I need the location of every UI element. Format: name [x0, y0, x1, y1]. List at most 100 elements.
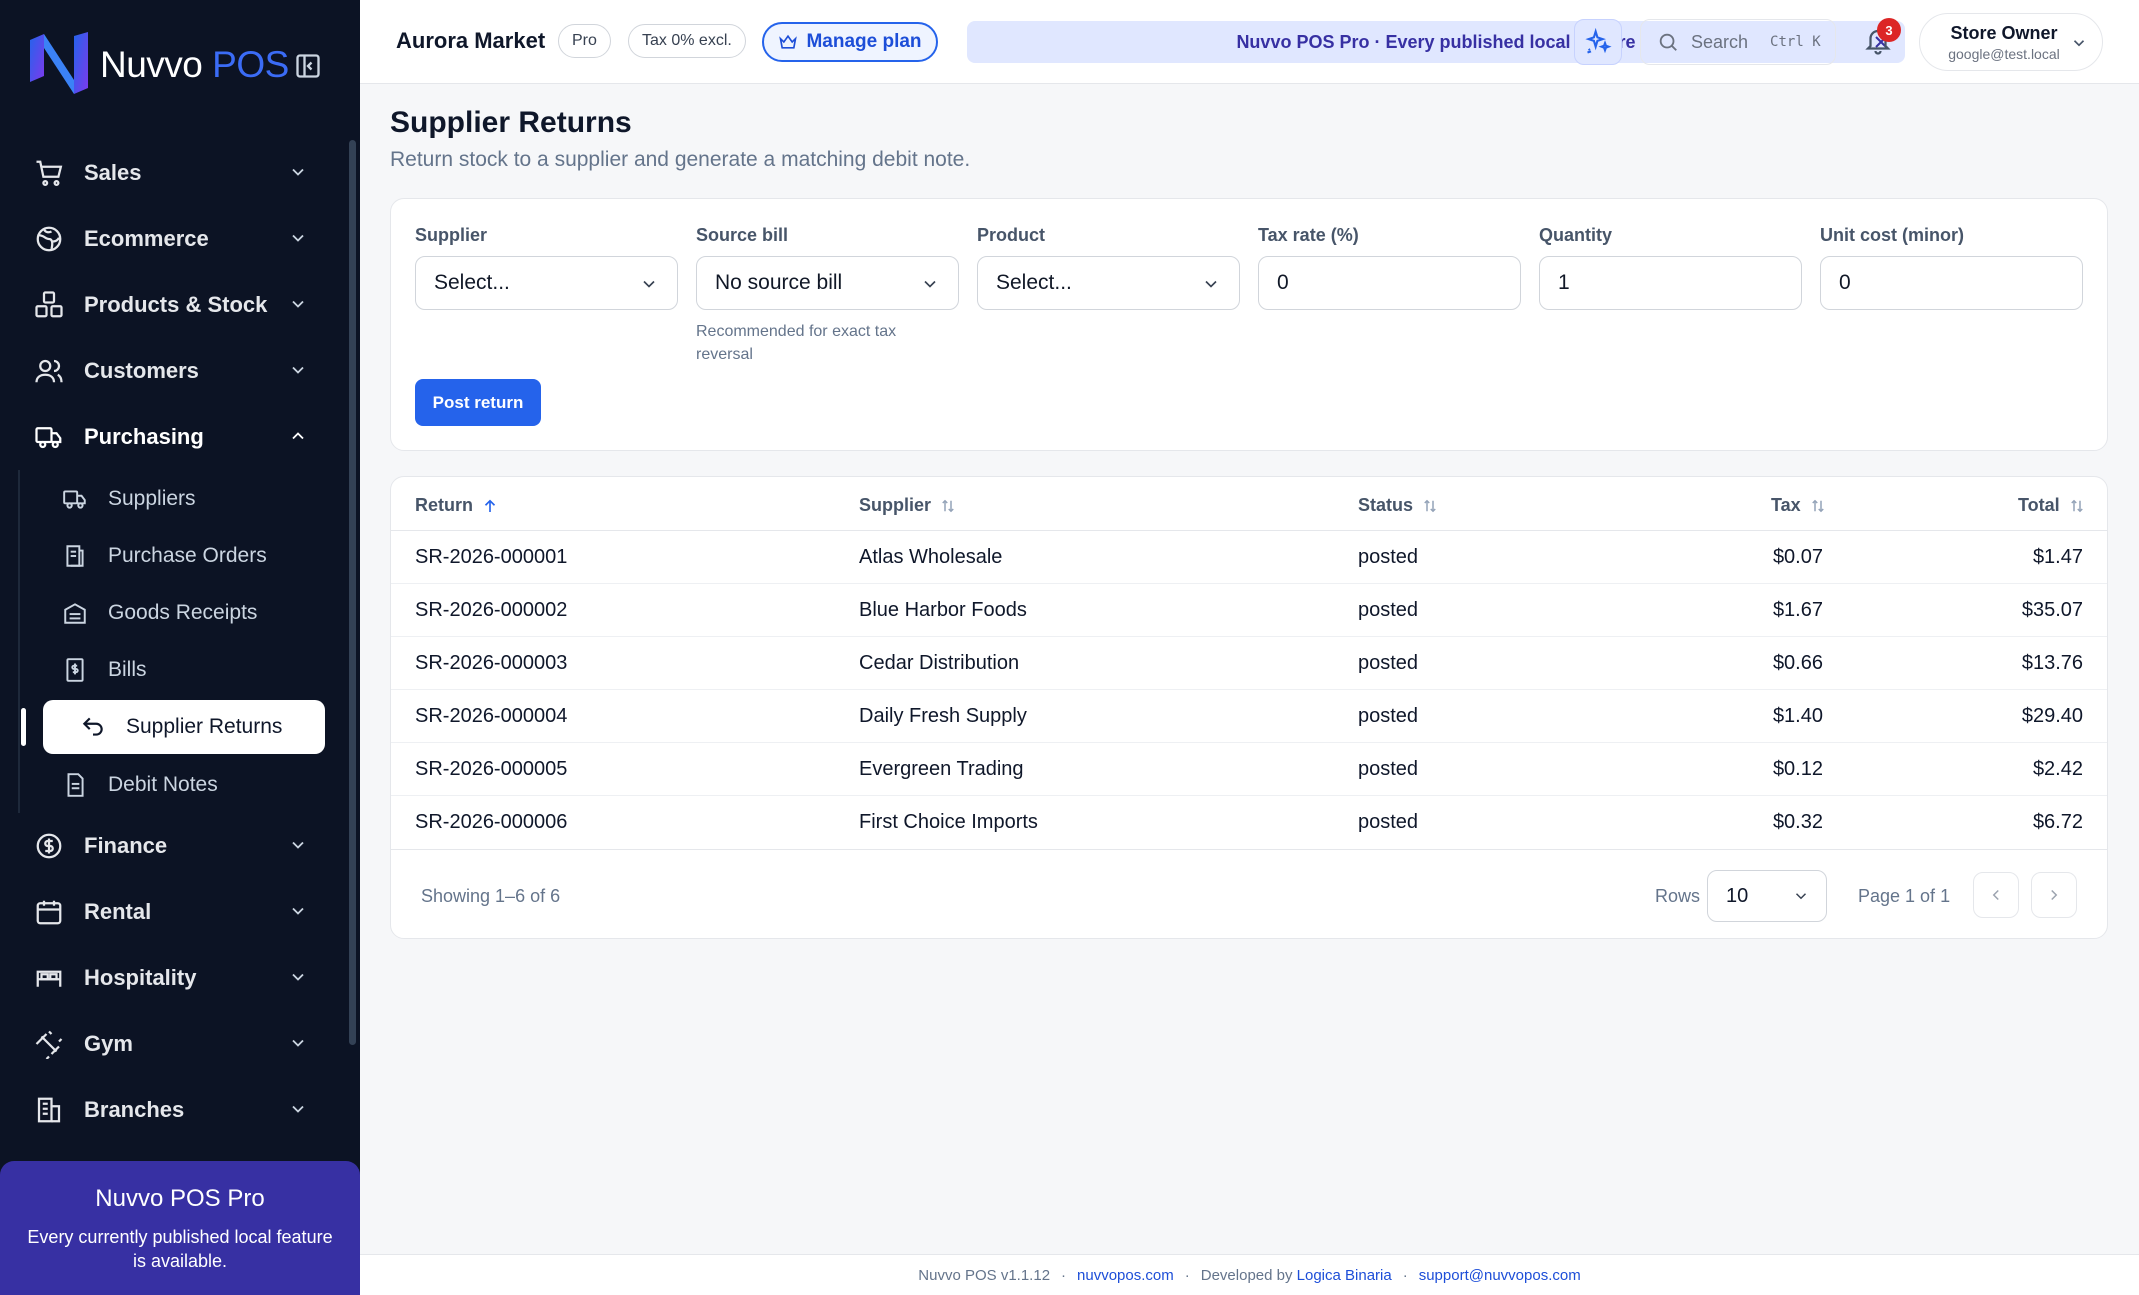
- cell-tax: $1.67: [1772, 599, 1823, 621]
- undo-icon: [80, 714, 106, 740]
- column-header-status[interactable]: Status: [1358, 495, 1439, 516]
- sparkles-icon: [1585, 28, 1612, 54]
- sidebar-item-customers[interactable]: Customers: [0, 338, 350, 404]
- sidebar-item-finance[interactable]: Finance: [0, 813, 350, 879]
- sidebar-item-purchase-orders[interactable]: Purchase Orders: [18, 527, 350, 584]
- notification-count-badge: 3: [1877, 18, 1901, 42]
- returns-table: Return Supplier Status Tax Total SR-2026…: [390, 476, 2108, 939]
- sidebar-item-hospitality[interactable]: Hospitality: [0, 945, 350, 1011]
- sidebar-item-label: Hospitality: [84, 965, 197, 990]
- quantity-input[interactable]: 1: [1539, 256, 1802, 310]
- page-title: Supplier Returns: [390, 106, 632, 139]
- table-row[interactable]: SR-2026-000006 First Choice Imports post…: [391, 796, 2107, 849]
- chevron-down-icon: [292, 1105, 304, 1113]
- collapse-sidebar-icon[interactable]: [294, 52, 322, 80]
- sidebar-item-sales[interactable]: Sales: [0, 140, 350, 206]
- chevron-down-icon: [292, 1039, 304, 1047]
- chevron-down-icon: [1795, 893, 1807, 900]
- sort-icon: [1421, 497, 1439, 515]
- sidebar-item-label: Goods Receipts: [108, 600, 258, 624]
- manage-plan-button[interactable]: Manage plan: [762, 22, 938, 62]
- calendar-icon: [34, 897, 64, 927]
- user-menu[interactable]: Store Owner google@test.local: [1919, 13, 2103, 71]
- dollar-icon: [34, 831, 64, 861]
- supplier-select[interactable]: Select...: [415, 256, 678, 310]
- plan-badge: Pro: [558, 24, 611, 58]
- search-placeholder: Search: [1691, 31, 1749, 52]
- store-name: Aurora Market: [396, 28, 546, 53]
- dumbbell-icon: [34, 1029, 64, 1059]
- search-input[interactable]: Search Ctrl K: [1640, 19, 1836, 65]
- supplier-label: Supplier: [415, 225, 488, 245]
- table-row[interactable]: SR-2026-000005 Evergreen Trading posted …: [391, 743, 2107, 796]
- column-header-label: Return: [415, 495, 473, 515]
- source-bill-select[interactable]: No source bill: [696, 256, 959, 310]
- product-select[interactable]: Select...: [977, 256, 1240, 310]
- website-link[interactable]: nuvvopos.com: [1077, 1267, 1174, 1284]
- chevron-down-icon: [292, 841, 304, 849]
- sidebar-item-label: Purchase Orders: [108, 543, 267, 567]
- developer-link[interactable]: Logica Binaria: [1297, 1267, 1392, 1284]
- sidebar-item-purchasing[interactable]: Purchasing: [0, 404, 350, 470]
- brand[interactable]: Nuvvo POS: [26, 30, 289, 100]
- building-icon: [34, 1095, 64, 1125]
- cell-supplier: Daily Fresh Supply: [859, 705, 1027, 727]
- sidebar-item-label: Sales: [84, 160, 142, 185]
- chevron-down-icon: [1205, 280, 1217, 288]
- column-header-return[interactable]: Return: [415, 495, 499, 516]
- sidebar-item-gym[interactable]: Gym: [0, 1011, 350, 1077]
- sidebar-item-ecommerce[interactable]: Ecommerce: [0, 206, 350, 272]
- unit-cost-label: Unit cost (minor): [1820, 225, 1964, 245]
- sidebar-item-bills[interactable]: Bills: [18, 641, 350, 698]
- sidebar-item-suppliers[interactable]: Suppliers: [18, 470, 350, 527]
- column-header-total[interactable]: Total: [2018, 495, 2086, 516]
- source-bill-select-value: No source bill: [715, 271, 843, 294]
- tax-rate-input[interactable]: 0: [1258, 256, 1521, 310]
- tax-badge: Tax 0% excl.: [628, 24, 746, 58]
- support-email-link[interactable]: support@nuvvopos.com: [1419, 1267, 1581, 1284]
- column-header-tax[interactable]: Tax: [1771, 495, 1827, 516]
- table-row[interactable]: SR-2026-000004 Daily Fresh Supply posted…: [391, 690, 2107, 743]
- search-shortcut: Ctrl K: [1770, 34, 1821, 50]
- sidebar-scrollbar[interactable]: [349, 140, 356, 1045]
- sidebar-item-goods-receipts[interactable]: Goods Receipts: [18, 584, 350, 641]
- sidebar-item-branches[interactable]: Branches: [0, 1077, 350, 1143]
- sidebar-item-rental[interactable]: Rental: [0, 879, 350, 945]
- table-row[interactable]: SR-2026-000001 Atlas Wholesale posted $0…: [391, 531, 2107, 584]
- cell-tax: $0.12: [1772, 758, 1823, 780]
- chevron-down-icon: [2073, 40, 2085, 47]
- page-footer: Nuvvo POS v1.1.12 · nuvvopos.com · Devel…: [360, 1254, 2139, 1295]
- pro-card-title: Nuvvo POS Pro: [95, 1185, 265, 1212]
- unit-cost-field: Unit cost (minor) 0: [1820, 225, 2083, 310]
- column-header-label: Total: [2018, 495, 2060, 515]
- ai-assistant-button[interactable]: [1574, 19, 1622, 65]
- table-row[interactable]: SR-2026-000002 Blue Harbor Foods posted …: [391, 584, 2107, 637]
- globe-icon: [34, 224, 64, 254]
- table-header: Return Supplier Status Tax Total: [391, 477, 2107, 531]
- next-page-button[interactable]: [2031, 872, 2077, 918]
- crown-icon: [778, 32, 798, 52]
- sort-icon: [2068, 497, 2086, 515]
- sidebar-item-label: Purchasing: [84, 424, 204, 449]
- cell-tax: $1.40: [1772, 705, 1823, 727]
- cell-total: $2.42: [2032, 758, 2083, 780]
- chevron-up-icon: [292, 432, 304, 440]
- sidebar-item-products-stock[interactable]: Products & Stock: [0, 272, 350, 338]
- previous-page-button[interactable]: [1973, 872, 2019, 918]
- sidebar-item-label: Products & Stock: [84, 292, 268, 317]
- sidebar-item-supplier-returns[interactable]: Supplier Returns: [21, 700, 325, 754]
- source-bill-field: Source bill No source bill Recommended f…: [696, 225, 959, 366]
- cell-return: SR-2026-000005: [415, 758, 568, 780]
- sidebar-item-debit-notes[interactable]: Debit Notes: [18, 756, 350, 813]
- search-icon: [1657, 31, 1679, 53]
- cell-tax: $0.32: [1772, 811, 1823, 833]
- quantity-label: Quantity: [1539, 225, 1613, 245]
- unit-cost-input[interactable]: 0: [1820, 256, 2083, 310]
- column-header-supplier[interactable]: Supplier: [859, 495, 957, 516]
- app-version: Nuvvo POS v1.1.12: [918, 1266, 1051, 1284]
- table-row[interactable]: SR-2026-000003 Cedar Distribution posted…: [391, 637, 2107, 690]
- post-return-button[interactable]: Post return: [415, 379, 541, 426]
- rows-per-page-select[interactable]: 10: [1707, 870, 1827, 922]
- cell-status: posted: [1358, 599, 1419, 621]
- tax-rate-label: Tax rate (%): [1258, 225, 1359, 245]
